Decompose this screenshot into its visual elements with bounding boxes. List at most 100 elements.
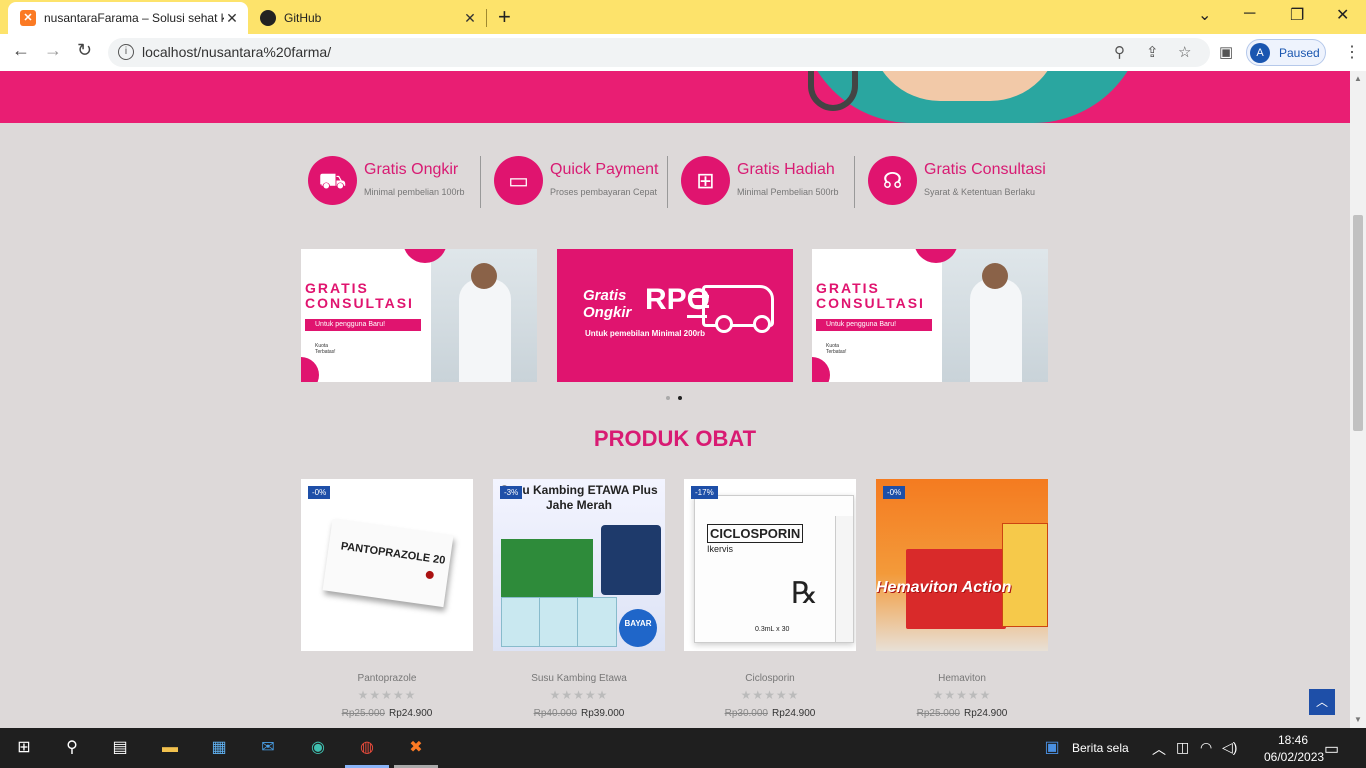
- hero-banner: [0, 71, 1350, 123]
- decor-shape: [301, 357, 319, 382]
- search-icon[interactable]: ⚲: [60, 736, 84, 760]
- box-logo: [425, 570, 435, 580]
- banner-ribbon: Untuk pengguna Baru!: [816, 319, 932, 331]
- banner-gratis-consultasi[interactable]: GRATIS CONSULTASI Untuk pengguna Baru! Ku…: [812, 249, 1048, 382]
- rx-icon: ℞: [791, 577, 818, 610]
- restore-button[interactable]: ❐: [1290, 5, 1304, 25]
- profile-status: Paused: [1279, 46, 1320, 60]
- gift-icon: ⊞: [681, 156, 730, 205]
- discount-badge: -0%: [883, 486, 906, 499]
- etawa-sachet: [577, 597, 617, 647]
- close-icon[interactable]: ✕: [462, 10, 478, 27]
- back-button[interactable]: ←: [12, 40, 30, 61]
- feature-title: Gratis Ongkir: [364, 161, 459, 178]
- product-price: Rp30.000 Rp24.900: [684, 708, 856, 719]
- tab-nusantara[interactable]: ✕ nusantaraFarama – Solusi sehat k ✕: [8, 2, 248, 34]
- product-name[interactable]: Susu Kambing Etawa: [493, 673, 665, 684]
- product-name[interactable]: Pantoprazole: [301, 673, 473, 684]
- forward-button[interactable]: →: [44, 40, 62, 61]
- minimize-button[interactable]: ─: [1244, 5, 1255, 23]
- scroll-up-arrow-icon[interactable]: ▲: [1354, 74, 1362, 83]
- product-image[interactable]: -0% Hemaviton Action: [876, 479, 1048, 651]
- banner-gratis-ongkir[interactable]: Gratis Ongkir RPO Untuk pemebilan Minimal…: [557, 249, 793, 382]
- xampp-icon[interactable]: ✖: [404, 736, 428, 760]
- task-view-icon[interactable]: ▤: [108, 736, 132, 760]
- product-image[interactable]: -3% Susu Kambing ETAWA Plus Jahe Merah B…: [493, 479, 665, 651]
- store-icon[interactable]: ▦: [207, 736, 231, 760]
- current-price: Rp24.900: [389, 708, 433, 719]
- product-card-hemaviton[interactable]: -0% Hemaviton Action Hemaviton ★★★★★ Rp2…: [876, 479, 1048, 719]
- carousel-dot-active[interactable]: [678, 396, 682, 400]
- news-widget-icon[interactable]: ▣: [1040, 736, 1064, 760]
- feature-subtitle: Minimal pembelian 100rb: [364, 187, 465, 197]
- side-panel-icon[interactable]: ▣: [1219, 43, 1233, 61]
- banner-ribbon: Untuk pengguna Baru!: [305, 319, 421, 331]
- feature-divider: [667, 156, 668, 208]
- speed-line: [695, 305, 709, 308]
- zoom-icon[interactable]: ⚲: [1114, 43, 1125, 61]
- product-name[interactable]: Hemaviton: [876, 673, 1048, 684]
- page-scrollbar[interactable]: ▲ ▼: [1350, 71, 1366, 728]
- feature-title: Gratis Consultasi: [924, 161, 1046, 178]
- file-explorer-icon[interactable]: ▬: [158, 736, 182, 760]
- section-title: PRODUK OBAT: [593, 426, 757, 451]
- banner-title: GRATIS CONSULTASI: [305, 280, 414, 311]
- hemaviton-logo: Hemaviton Action: [876, 579, 1012, 596]
- address-bar[interactable]: i localhost/nusantara%20farma/ ⚲ ⇪ ☆: [108, 38, 1210, 67]
- discount-badge: -0%: [308, 486, 331, 499]
- product-image[interactable]: -17% CICLOSPORIN Ikervis ℞ 0.3mL x 30: [684, 479, 856, 651]
- scroll-thumb[interactable]: [1353, 215, 1363, 431]
- windows-start-icon[interactable]: ⊞: [12, 736, 36, 760]
- info-icon[interactable]: i: [118, 44, 134, 60]
- banner-title: Gratis Ongkir: [583, 287, 632, 321]
- old-price: Rp30.000: [724, 708, 768, 719]
- edge-icon[interactable]: ◉: [306, 736, 330, 760]
- box-sublabel: Ikervis: [707, 544, 734, 554]
- carousel-dot[interactable]: [666, 396, 670, 400]
- menu-icon[interactable]: ⋮: [1344, 42, 1360, 62]
- browser-toolbar: ← → ↻ i localhost/nusantara%20farma/ ⚲ ⇪…: [0, 34, 1366, 71]
- discount-badge: -17%: [691, 486, 718, 499]
- current-price: Rp24.900: [964, 708, 1008, 719]
- tab-separator: [486, 9, 487, 27]
- volume-icon[interactable]: ◁): [1222, 739, 1237, 756]
- tab-search-icon[interactable]: ⌄: [1198, 5, 1211, 25]
- close-window-button[interactable]: ✕: [1336, 5, 1349, 25]
- reload-button[interactable]: ↻: [77, 40, 92, 61]
- etawa-sachet: [539, 597, 579, 647]
- box-label: PANTOPRAZOLE 20: [340, 540, 447, 567]
- news-widget-label[interactable]: Berita sela: [1072, 741, 1129, 755]
- banner-fine-print: Kuota Terbatas!: [315, 343, 336, 355]
- url-text[interactable]: localhost/nusantara%20farma/: [142, 44, 331, 60]
- close-icon[interactable]: ✕: [224, 10, 240, 27]
- meet-now-icon[interactable]: ◫: [1176, 739, 1189, 756]
- current-price: Rp24.900: [772, 708, 816, 719]
- product-image[interactable]: -0% PANTOPRAZOLE 20: [301, 479, 473, 651]
- discount-badge: -3%: [500, 486, 523, 499]
- product-name[interactable]: Ciclosporin: [684, 673, 856, 684]
- profile-button[interactable]: A Paused: [1246, 39, 1326, 66]
- banner-gratis-consultasi[interactable]: GRATIS CONSULTASI Untuk pengguna Baru! Ku…: [301, 249, 537, 382]
- bookmark-star-icon[interactable]: ☆: [1178, 43, 1191, 61]
- rating-stars: ★★★★★: [740, 688, 800, 702]
- clock-time[interactable]: 18:46: [1278, 733, 1308, 747]
- pantoprazole-box: PANTOPRAZOLE 20: [322, 518, 454, 608]
- wifi-icon[interactable]: ◠: [1200, 739, 1212, 756]
- doctor-head: [471, 263, 497, 289]
- product-card-susu-kambing-etawa[interactable]: -3% Susu Kambing ETAWA Plus Jahe Merah B…: [493, 479, 665, 719]
- notification-icon[interactable]: ▭: [1324, 739, 1339, 759]
- share-icon[interactable]: ⇪: [1146, 43, 1159, 61]
- new-tab-button[interactable]: +: [498, 6, 511, 28]
- back-to-top-button[interactable]: ︿: [1309, 689, 1335, 715]
- carousel-dots: [666, 387, 690, 405]
- wheel-icon: [753, 315, 771, 333]
- banner-title: GRATIS CONSULTASI: [816, 280, 925, 311]
- chevron-up-icon[interactable]: ︿: [1152, 739, 1166, 759]
- mail-icon[interactable]: ✉: [256, 736, 280, 760]
- tab-github[interactable]: GitHub ✕: [250, 2, 486, 34]
- product-card-pantoprazole[interactable]: -0% PANTOPRAZOLE 20 Pantoprazole ★★★★★ R…: [301, 479, 473, 719]
- chrome-icon[interactable]: ◍: [355, 736, 379, 760]
- scroll-down-arrow-icon[interactable]: ▼: [1354, 715, 1362, 724]
- clock-date[interactable]: 06/02/2023: [1264, 750, 1324, 764]
- product-card-ciclosporin[interactable]: -17% CICLOSPORIN Ikervis ℞ 0.3mL x 30 Ci…: [684, 479, 856, 719]
